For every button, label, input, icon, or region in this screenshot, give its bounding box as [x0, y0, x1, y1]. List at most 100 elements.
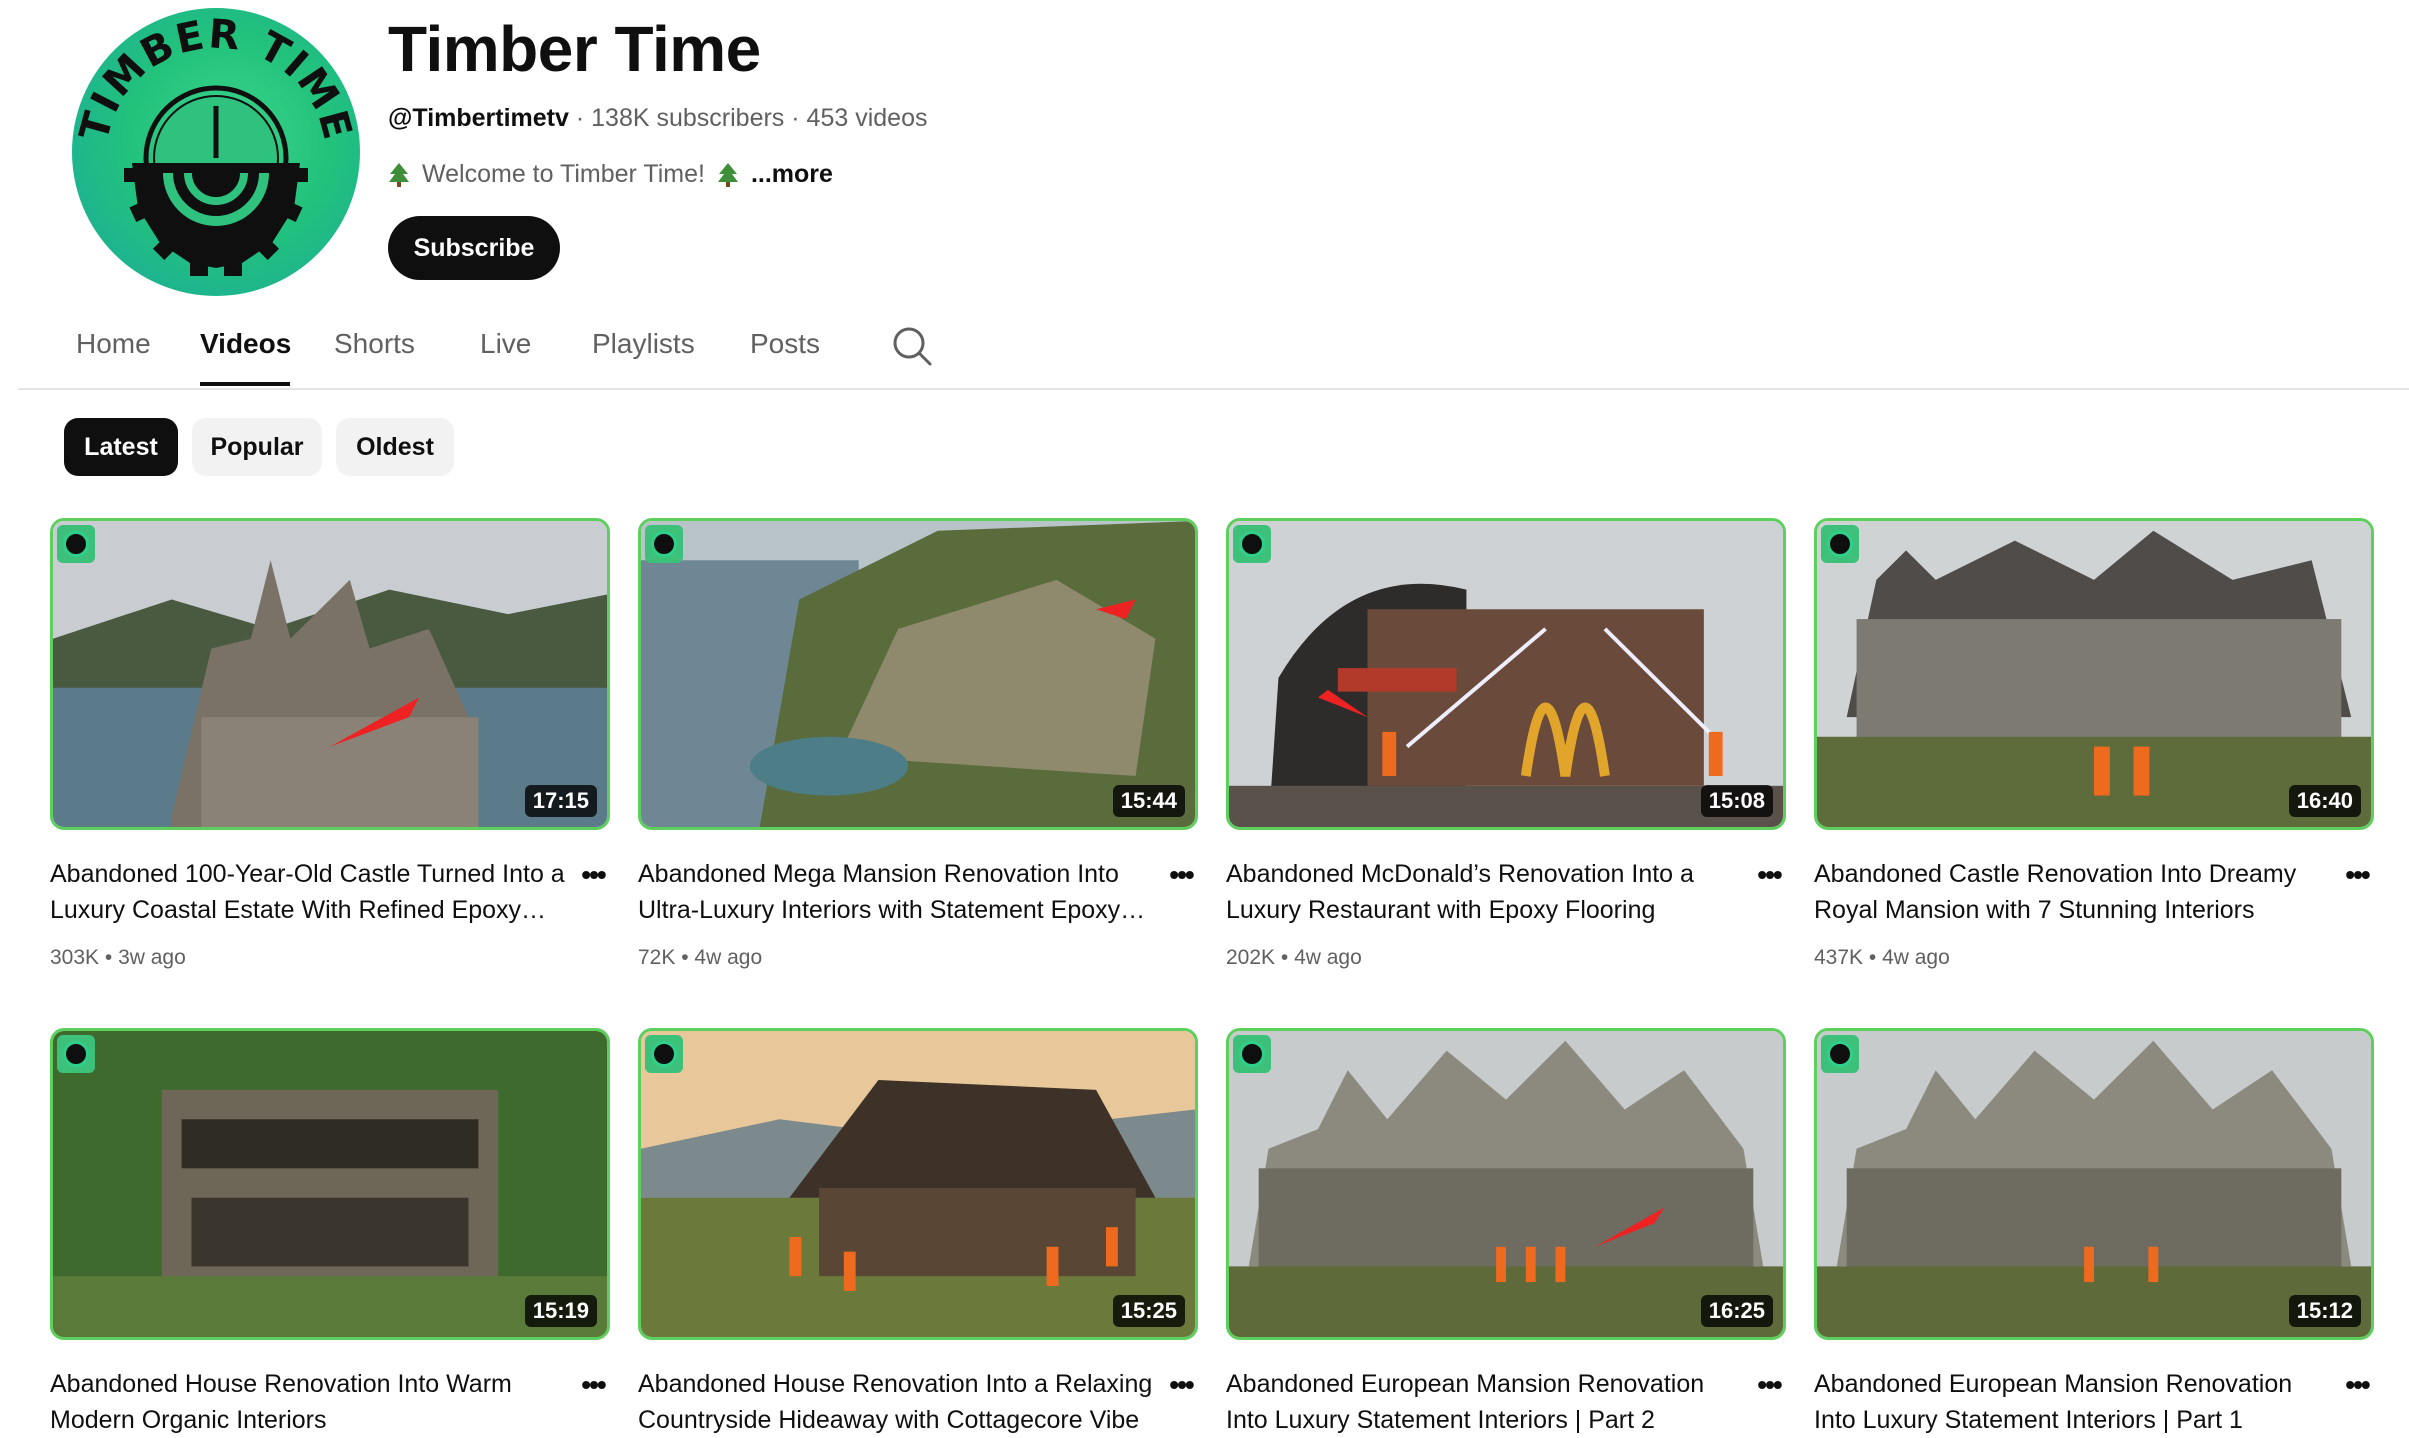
- channel-handle[interactable]: @Timbertimetv: [388, 104, 569, 132]
- channel-badge: [57, 525, 95, 563]
- video-title[interactable]: Abandoned House Renovation Into a Relaxi…: [638, 1366, 1158, 1438]
- video-thumbnail[interactable]: 15:12: [1814, 1028, 2374, 1340]
- more-options-icon[interactable]: •••: [1164, 1368, 1198, 1402]
- european-mansion-part2-thumbnail-image: [1229, 1031, 1783, 1337]
- more-link[interactable]: ...more: [751, 160, 833, 189]
- channel-badge: [1821, 525, 1859, 563]
- video-card[interactable]: 15:25 Abandoned House Renovation Into a …: [638, 1028, 1198, 1434]
- video-duration: 17:15: [524, 785, 597, 817]
- stats-separator: •: [1868, 946, 1883, 969]
- video-stats: 303K • 3w ago: [50, 946, 186, 970]
- video-title[interactable]: Abandoned House Renovation Into Warm Mod…: [50, 1366, 570, 1438]
- tab-playlists[interactable]: Playlists: [592, 328, 695, 360]
- tree-icon: [717, 162, 738, 187]
- more-options-icon[interactable]: •••: [576, 1368, 610, 1402]
- video-card[interactable]: 15:08 Abandoned McDonald’s Renovation In…: [1226, 518, 1786, 969]
- stats-separator: •: [1280, 946, 1295, 969]
- upload-age: 3w ago: [118, 946, 186, 969]
- channel-badge: [57, 1035, 95, 1073]
- channel-description[interactable]: Welcome to Timber Time! ...more: [388, 160, 833, 189]
- subscribe-button[interactable]: Subscribe: [388, 216, 560, 280]
- tree-icon: [389, 162, 409, 187]
- video-duration: 15:12: [2288, 1295, 2361, 1327]
- meta-separator: ·: [791, 104, 807, 132]
- more-options-icon[interactable]: •••: [2340, 858, 2374, 892]
- meta-separator: ·: [575, 104, 592, 132]
- video-duration: 15:08: [1700, 785, 1773, 817]
- video-stats: 437K • 4w ago: [1814, 946, 1950, 970]
- video-card[interactable]: 15:12 Abandoned European Mansion Renovat…: [1814, 1028, 2374, 1434]
- channel-avatar[interactable]: TIMBER TIME: [72, 8, 360, 296]
- description-text: Welcome to Timber Time!: [422, 160, 705, 188]
- video-duration: 16:25: [1700, 1295, 1773, 1327]
- tabs-divider: [18, 388, 2409, 390]
- video-thumbnail[interactable]: 15:08: [1226, 518, 1786, 830]
- channel-badge: [1821, 1035, 1859, 1073]
- tab-shorts[interactable]: Shorts: [334, 328, 415, 360]
- video-thumbnail[interactable]: 16:40: [1814, 518, 2374, 830]
- chip-popular[interactable]: Popular: [192, 418, 322, 476]
- more-options-icon[interactable]: •••: [1752, 858, 1786, 892]
- view-count: 202K: [1226, 946, 1276, 969]
- tab-live[interactable]: Live: [480, 328, 531, 360]
- countryside-house-thumbnail-image: [641, 1031, 1195, 1337]
- video-thumbnail[interactable]: 15:19: [50, 1028, 610, 1340]
- video-card[interactable]: 17:15 Abandoned 100-Year-Old Castle Turn…: [50, 518, 610, 969]
- view-count: 72K: [638, 946, 676, 969]
- mansion-thumbnail-image: [641, 521, 1195, 827]
- video-thumbnail[interactable]: 16:25: [1226, 1028, 1786, 1340]
- video-duration: 15:19: [524, 1295, 597, 1327]
- channel-badge: [645, 1035, 683, 1073]
- video-duration: 15:44: [1112, 785, 1185, 817]
- more-options-icon[interactable]: •••: [2340, 1368, 2374, 1402]
- video-title[interactable]: Abandoned McDonald’s Renovation Into a L…: [1226, 856, 1746, 928]
- mcdonalds-thumbnail-image: [1229, 521, 1783, 827]
- video-title[interactable]: Abandoned Castle Renovation Into Dreamy …: [1814, 856, 2334, 928]
- video-title[interactable]: Abandoned European Mansion Renovation In…: [1814, 1366, 2334, 1438]
- video-title[interactable]: Abandoned 100-Year-Old Castle Turned Int…: [50, 856, 570, 928]
- timber-time-logo: TIMBER TIME: [72, 11, 359, 276]
- video-thumbnail[interactable]: 17:15: [50, 518, 610, 830]
- tab-posts[interactable]: Posts: [750, 328, 820, 360]
- video-stats: 202K • 4w ago: [1226, 946, 1362, 970]
- search-icon[interactable]: [890, 324, 934, 368]
- video-card[interactable]: 15:19 Abandoned House Renovation Into Wa…: [50, 1028, 610, 1434]
- chip-oldest[interactable]: Oldest: [336, 418, 454, 476]
- channel-badge: [1233, 1035, 1271, 1073]
- organic-house-thumbnail-image: [53, 1031, 607, 1337]
- channel-title: Timber Time: [388, 13, 761, 85]
- video-title[interactable]: Abandoned Mega Mansion Renovation Into U…: [638, 856, 1158, 928]
- more-options-icon[interactable]: •••: [1164, 858, 1198, 892]
- video-card[interactable]: 15:44 Abandoned Mega Mansion Renovation …: [638, 518, 1198, 969]
- more-options-icon[interactable]: •••: [576, 858, 610, 892]
- european-mansion-part1-thumbnail-image: [1817, 1031, 2371, 1337]
- channel-badge: [645, 525, 683, 563]
- video-card[interactable]: 16:25 Abandoned European Mansion Renovat…: [1226, 1028, 1786, 1434]
- video-title[interactable]: Abandoned European Mansion Renovation In…: [1226, 1366, 1746, 1438]
- subscriber-count: 138K subscribers: [591, 104, 785, 132]
- channel-tabs: Home Videos Shorts Live Playlists Posts: [0, 320, 2409, 388]
- royal-castle-thumbnail-image: [1817, 521, 2371, 827]
- upload-age: 4w ago: [1294, 946, 1362, 969]
- upload-age: 4w ago: [694, 946, 763, 969]
- castle-thumbnail-image: [53, 521, 607, 827]
- tab-home[interactable]: Home: [76, 328, 151, 360]
- stats-separator: •: [104, 946, 119, 969]
- upload-age: 4w ago: [1882, 946, 1950, 969]
- video-duration: 16:40: [2288, 785, 2361, 817]
- stats-separator: •: [681, 946, 695, 969]
- video-duration: 15:25: [1112, 1295, 1185, 1327]
- more-options-icon[interactable]: •••: [1752, 1368, 1786, 1402]
- channel-badge: [1233, 525, 1271, 563]
- view-count: 303K: [50, 946, 100, 969]
- video-card[interactable]: 16:40 Abandoned Castle Renovation Into D…: [1814, 518, 2374, 969]
- active-tab-indicator: [200, 382, 290, 386]
- video-stats: 72K • 4w ago: [638, 946, 762, 970]
- view-count: 437K: [1814, 946, 1864, 969]
- video-thumbnail[interactable]: 15:25: [638, 1028, 1198, 1340]
- channel-meta: @Timbertimetv · 138K subscribers · 453 v…: [388, 104, 927, 133]
- chip-latest[interactable]: Latest: [64, 418, 178, 476]
- video-thumbnail[interactable]: 15:44: [638, 518, 1198, 830]
- video-count: 453 videos: [806, 104, 928, 132]
- tab-videos[interactable]: Videos: [200, 328, 291, 360]
